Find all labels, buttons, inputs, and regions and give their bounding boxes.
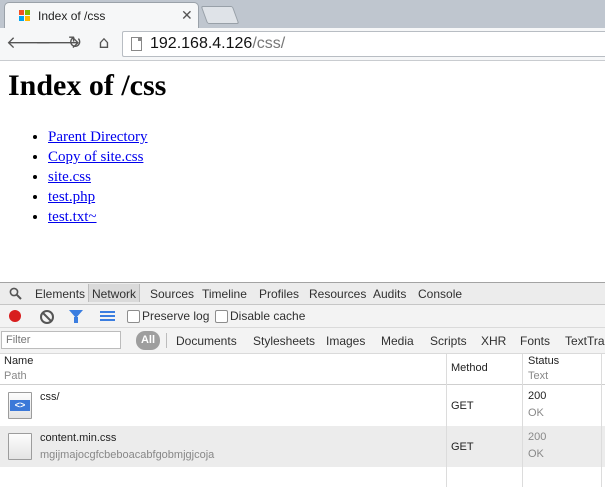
filter-icon[interactable]	[69, 310, 83, 323]
filter-images[interactable]: Images	[326, 334, 365, 348]
filter-xhr[interactable]: XHR	[481, 334, 506, 348]
tab-elements[interactable]: Elements	[35, 287, 85, 301]
column-divider[interactable]	[446, 354, 447, 487]
request-method: GET	[451, 441, 474, 453]
column-header-method[interactable]: Method	[451, 362, 488, 374]
filter-fonts[interactable]: Fonts	[520, 334, 550, 348]
request-status-text: OK	[528, 407, 544, 419]
tab-title: Index of /css	[38, 9, 106, 23]
preserve-log-label: Preserve log	[142, 309, 210, 323]
devtools-tabbar: Elements Network Sources Timeline Profil…	[0, 283, 605, 305]
list-view-icon[interactable]	[100, 311, 115, 321]
tab-network[interactable]: Network	[88, 284, 141, 302]
url-text[interactable]: 192.168.4.126/css/	[150, 35, 285, 53]
column-divider[interactable]	[522, 354, 523, 487]
request-status: 200	[528, 431, 547, 443]
list-item: Parent Directory	[48, 127, 148, 147]
tab-strip: Index of /css ✕	[0, 0, 605, 28]
list-item: site.css	[48, 167, 148, 187]
search-icon[interactable]	[9, 287, 22, 300]
disable-cache-label: Disable cache	[230, 309, 306, 323]
browser-tab[interactable]: Index of /css ✕	[4, 2, 199, 28]
request-status-text: OK	[528, 448, 544, 460]
column-subheader-text: Text	[528, 370, 549, 382]
tab-console[interactable]: Console	[418, 287, 462, 301]
request-path: mgijmajocgfcbeboacabfgobmjgjcoja	[40, 449, 215, 461]
link-test-txt[interactable]: test.txt~	[48, 209, 97, 225]
request-status: 200	[528, 390, 547, 402]
clear-icon[interactable]	[40, 310, 54, 324]
filter-texttrack[interactable]: TextTra	[565, 334, 605, 348]
table-row[interactable]: content.min.css mgijmajocgfcbeboacabfgob…	[0, 426, 605, 467]
column-subheader-path: Path	[4, 370, 27, 382]
page-title: Index of /css	[8, 69, 167, 102]
link-parent-directory[interactable]: Parent Directory	[48, 129, 148, 145]
reload-icon[interactable]: ↻	[64, 32, 86, 54]
new-tab-button[interactable]	[200, 6, 240, 24]
filter-all-button[interactable]: All	[136, 331, 160, 350]
request-name: content.min.css	[40, 432, 117, 444]
tab-profiles[interactable]: Profiles	[259, 287, 299, 301]
column-header-name[interactable]: Name	[4, 355, 33, 367]
back-arrow-icon[interactable]: 🡐	[6, 32, 52, 54]
page-content: Index of /css Parent Directory Copy of s…	[0, 61, 605, 282]
html-file-icon: <>	[8, 392, 32, 419]
devtools-panel: Elements Network Sources Timeline Profil…	[0, 282, 605, 487]
tab-resources[interactable]: Resources	[309, 287, 366, 301]
filter-documents[interactable]: Documents	[176, 334, 237, 348]
link-test-php[interactable]: test.php	[48, 189, 95, 205]
page-icon	[131, 37, 142, 51]
close-tab-icon[interactable]: ✕	[181, 7, 193, 23]
network-toolbar: Preserve log Disable cache	[0, 305, 605, 328]
filter-input[interactable]	[1, 331, 121, 349]
list-item: test.php	[48, 187, 148, 207]
divider	[166, 333, 167, 348]
filter-media[interactable]: Media	[381, 334, 414, 348]
tab-sources[interactable]: Sources	[150, 287, 194, 301]
request-method: GET	[451, 400, 474, 412]
tab-timeline[interactable]: Timeline	[202, 287, 247, 301]
tab-audits[interactable]: Audits	[373, 287, 406, 301]
list-item: Copy of site.css	[48, 147, 148, 167]
link-site-css[interactable]: site.css	[48, 169, 91, 185]
windows-logo-icon	[19, 10, 31, 22]
network-requests-table: Name Path Method Status Text <> css/ GET…	[0, 354, 605, 487]
address-bar[interactable]: 192.168.4.126/css/	[122, 31, 605, 57]
preserve-log-checkbox[interactable]	[127, 310, 140, 323]
filter-scripts[interactable]: Scripts	[430, 334, 467, 348]
browser-toolbar: 🡐 🡒 ↻ ⌂ 192.168.4.126/css/	[0, 28, 605, 61]
table-row[interactable]: <> css/ GET 200 OK	[0, 385, 605, 426]
forward-arrow-icon[interactable]: 🡒	[35, 32, 81, 54]
link-copy-of-site-css[interactable]: Copy of site.css	[48, 149, 143, 165]
record-icon[interactable]	[9, 310, 21, 322]
list-item: test.txt~	[48, 207, 148, 227]
column-divider[interactable]	[601, 354, 602, 487]
table-header: Name Path Method Status Text	[0, 354, 605, 385]
home-icon[interactable]: ⌂	[93, 32, 115, 54]
filter-stylesheets[interactable]: Stylesheets	[253, 334, 315, 348]
disable-cache-checkbox[interactable]	[215, 310, 228, 323]
css-file-icon	[8, 433, 32, 460]
url-host: 192.168.4.126	[150, 35, 253, 52]
file-list: Parent Directory Copy of site.css site.c…	[8, 127, 148, 227]
column-header-status[interactable]: Status	[528, 355, 559, 367]
filter-bar: All Documents Stylesheets Images Media S…	[0, 328, 605, 354]
request-name: css/	[40, 391, 60, 403]
url-path: /css/	[252, 35, 286, 52]
